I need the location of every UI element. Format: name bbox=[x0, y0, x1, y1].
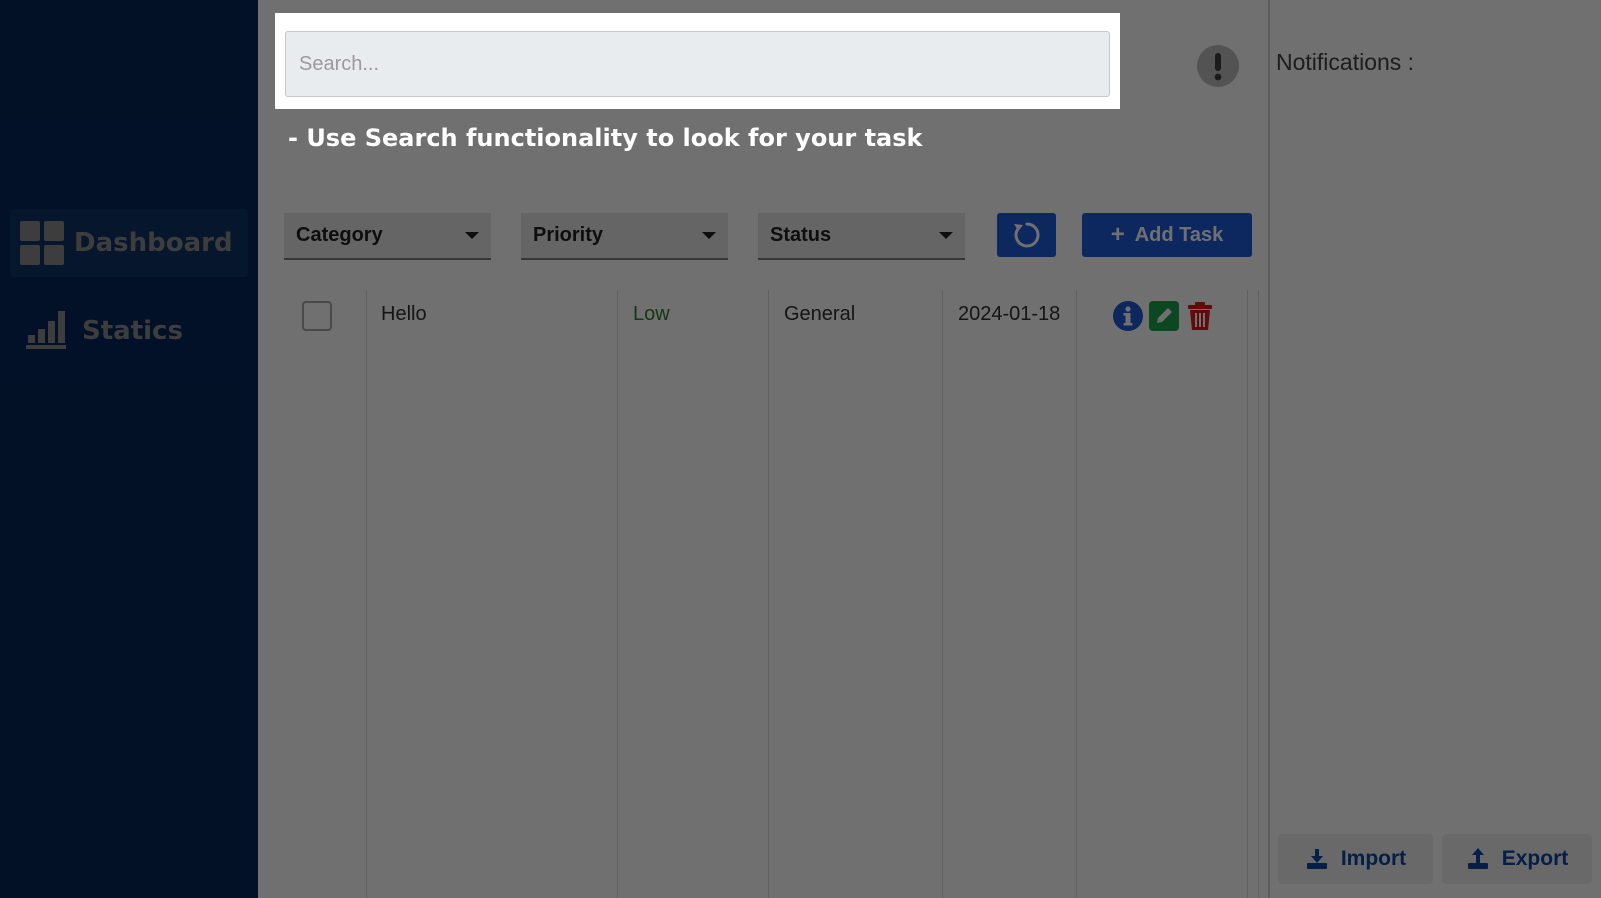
export-icon bbox=[1467, 848, 1488, 869]
refresh-icon bbox=[1013, 222, 1039, 248]
tour-tooltip: - Use Search functionality to look for y… bbox=[288, 124, 923, 152]
column-divider bbox=[942, 290, 943, 898]
column-divider bbox=[1076, 290, 1077, 898]
column-divider bbox=[1247, 290, 1248, 898]
add-task-label: Add Task bbox=[1134, 223, 1224, 246]
refresh-button[interactable] bbox=[997, 213, 1056, 257]
priority-filter-label: Priority bbox=[533, 224, 604, 246]
status-filter-label: Status bbox=[770, 224, 832, 246]
sidebar-item-statics[interactable]: Statics bbox=[10, 297, 248, 365]
category-filter-label: Category bbox=[296, 224, 383, 246]
task-date: 2024-01-18 bbox=[958, 303, 1061, 325]
chevron-down-icon bbox=[939, 232, 953, 239]
column-divider bbox=[768, 290, 769, 898]
sidebar-item-label: Dashboard bbox=[74, 228, 233, 258]
delete-icon[interactable] bbox=[1185, 301, 1215, 331]
add-task-button[interactable]: + Add Task bbox=[1082, 213, 1252, 257]
task-priority: Low bbox=[633, 303, 670, 325]
sidebar-item-label: Statics bbox=[82, 316, 183, 346]
export-button[interactable]: Export bbox=[1442, 834, 1592, 884]
dashboard-icon bbox=[10, 221, 74, 265]
search-spotlight bbox=[275, 13, 1120, 109]
edit-icon[interactable] bbox=[1149, 301, 1179, 331]
column-divider bbox=[617, 290, 618, 898]
notifications-panel: Notifications : bbox=[1268, 0, 1601, 898]
import-label: Import bbox=[1340, 847, 1407, 870]
chevron-down-icon bbox=[702, 232, 716, 239]
column-divider bbox=[366, 290, 367, 898]
column-divider bbox=[1258, 290, 1259, 898]
import-button[interactable]: Import bbox=[1278, 834, 1433, 884]
sidebar-item-dashboard[interactable]: Dashboard bbox=[10, 209, 248, 277]
bar-chart-icon bbox=[10, 309, 82, 353]
import-icon bbox=[1306, 849, 1327, 869]
task-checkbox[interactable] bbox=[302, 301, 332, 331]
alert-icon[interactable] bbox=[1197, 45, 1239, 87]
priority-filter[interactable]: Priority bbox=[521, 213, 728, 260]
chevron-down-icon bbox=[465, 232, 479, 239]
sidebar: Dashboard Statics bbox=[0, 0, 258, 898]
export-label: Export bbox=[1501, 847, 1569, 870]
task-title: Hello bbox=[381, 303, 427, 325]
plus-icon: + bbox=[1110, 221, 1125, 248]
search-input[interactable] bbox=[285, 31, 1110, 97]
task-category: General bbox=[784, 303, 856, 325]
status-filter[interactable]: Status bbox=[758, 213, 965, 260]
notifications-title: Notifications : bbox=[1276, 49, 1415, 75]
category-filter[interactable]: Category bbox=[284, 213, 491, 260]
info-icon[interactable] bbox=[1113, 301, 1143, 331]
